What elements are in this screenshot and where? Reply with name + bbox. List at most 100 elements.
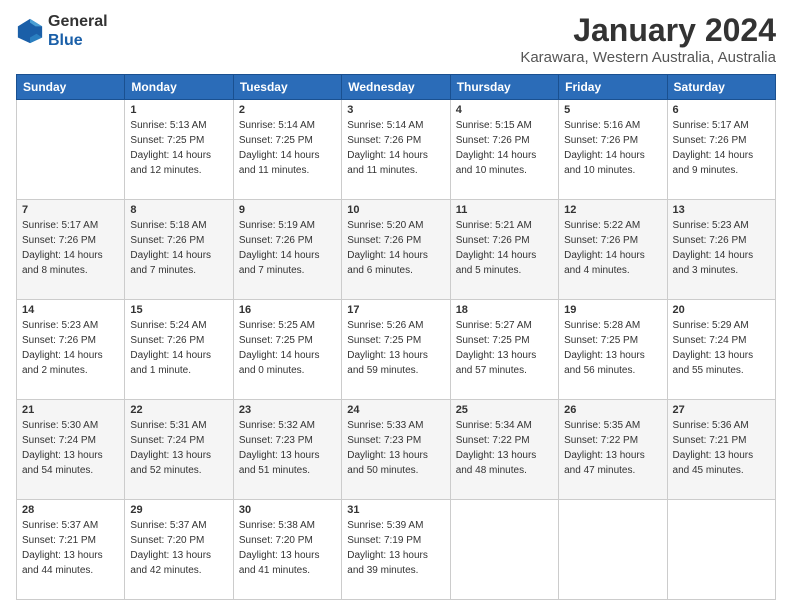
day-info-line: Sunrise: 5:39 AM	[347, 518, 444, 533]
day-number: 7	[22, 204, 119, 216]
day-number: 14	[22, 304, 119, 316]
day-info-line: Sunrise: 5:26 AM	[347, 318, 444, 333]
day-info-line: Daylight: 14 hours	[564, 148, 661, 163]
day-info-line: Sunset: 7:26 PM	[673, 233, 770, 248]
logo: General Blue	[16, 12, 108, 50]
day-number: 21	[22, 404, 119, 416]
day-info-line: Sunset: 7:26 PM	[130, 333, 227, 348]
calendar-cell: 4Sunrise: 5:15 AMSunset: 7:26 PMDaylight…	[450, 100, 558, 200]
day-info-line: and 42 minutes.	[130, 563, 227, 578]
day-info-line: Sunrise: 5:36 AM	[673, 418, 770, 433]
day-info-line: and 44 minutes.	[22, 563, 119, 578]
day-info-line: and 9 minutes.	[673, 163, 770, 178]
calendar-cell: 9Sunrise: 5:19 AMSunset: 7:26 PMDaylight…	[233, 200, 341, 300]
day-info-line: Daylight: 14 hours	[239, 348, 336, 363]
day-info-line: Daylight: 13 hours	[22, 548, 119, 563]
day-number: 5	[564, 104, 661, 116]
day-number: 15	[130, 304, 227, 316]
day-info-line: Sunset: 7:25 PM	[130, 133, 227, 148]
day-info-line: Daylight: 13 hours	[564, 348, 661, 363]
day-info-line: Sunrise: 5:20 AM	[347, 218, 444, 233]
day-number: 19	[564, 304, 661, 316]
day-info-line: Daylight: 13 hours	[347, 348, 444, 363]
day-number: 25	[456, 404, 553, 416]
day-number: 10	[347, 204, 444, 216]
day-number: 8	[130, 204, 227, 216]
day-number: 13	[673, 204, 770, 216]
day-info-line: Daylight: 13 hours	[456, 448, 553, 463]
day-info-line: Daylight: 14 hours	[130, 148, 227, 163]
day-info-line: and 12 minutes.	[130, 163, 227, 178]
day-info-line: Daylight: 13 hours	[347, 548, 444, 563]
day-info-line: Sunset: 7:26 PM	[239, 233, 336, 248]
calendar-cell: 5Sunrise: 5:16 AMSunset: 7:26 PMDaylight…	[559, 100, 667, 200]
day-number: 24	[347, 404, 444, 416]
day-info-line: Daylight: 14 hours	[239, 148, 336, 163]
day-info-line: Daylight: 14 hours	[456, 148, 553, 163]
day-info-line: Sunset: 7:26 PM	[564, 133, 661, 148]
calendar-cell: 14Sunrise: 5:23 AMSunset: 7:26 PMDayligh…	[17, 300, 125, 400]
day-info-line: and 10 minutes.	[456, 163, 553, 178]
calendar-cell: 10Sunrise: 5:20 AMSunset: 7:26 PMDayligh…	[342, 200, 450, 300]
day-info-line: Sunrise: 5:14 AM	[239, 118, 336, 133]
day-info-line: Sunset: 7:25 PM	[564, 333, 661, 348]
day-info-line: Sunset: 7:25 PM	[347, 333, 444, 348]
day-info-line: Daylight: 14 hours	[347, 248, 444, 263]
calendar-cell	[450, 500, 558, 600]
day-number: 3	[347, 104, 444, 116]
column-header-wednesday: Wednesday	[342, 75, 450, 100]
day-info-line: Daylight: 14 hours	[673, 248, 770, 263]
day-info-line: and 56 minutes.	[564, 363, 661, 378]
day-info-line: and 57 minutes.	[456, 363, 553, 378]
calendar-cell: 12Sunrise: 5:22 AMSunset: 7:26 PMDayligh…	[559, 200, 667, 300]
calendar-cell: 18Sunrise: 5:27 AMSunset: 7:25 PMDayligh…	[450, 300, 558, 400]
day-info-line: Daylight: 13 hours	[239, 548, 336, 563]
day-info-line: Sunset: 7:25 PM	[456, 333, 553, 348]
day-info-line: and 51 minutes.	[239, 463, 336, 478]
calendar-cell: 2Sunrise: 5:14 AMSunset: 7:25 PMDaylight…	[233, 100, 341, 200]
calendar-cell: 15Sunrise: 5:24 AMSunset: 7:26 PMDayligh…	[125, 300, 233, 400]
day-info-line: and 11 minutes.	[347, 163, 444, 178]
day-info-line: and 10 minutes.	[564, 163, 661, 178]
day-info-line: Sunset: 7:26 PM	[22, 233, 119, 248]
day-info-line: Sunset: 7:20 PM	[130, 533, 227, 548]
day-number: 12	[564, 204, 661, 216]
calendar-table: SundayMondayTuesdayWednesdayThursdayFrid…	[16, 74, 776, 600]
day-info-line: and 50 minutes.	[347, 463, 444, 478]
calendar-cell: 1Sunrise: 5:13 AMSunset: 7:25 PMDaylight…	[125, 100, 233, 200]
day-info-line: Sunrise: 5:23 AM	[673, 218, 770, 233]
day-info-line: Sunset: 7:21 PM	[673, 433, 770, 448]
day-info-line: Sunrise: 5:19 AM	[239, 218, 336, 233]
calendar-week-row: 28Sunrise: 5:37 AMSunset: 7:21 PMDayligh…	[17, 500, 776, 600]
day-info-line: Daylight: 14 hours	[22, 348, 119, 363]
day-number: 18	[456, 304, 553, 316]
calendar-week-row: 14Sunrise: 5:23 AMSunset: 7:26 PMDayligh…	[17, 300, 776, 400]
calendar-cell	[667, 500, 775, 600]
day-info-line: Daylight: 14 hours	[456, 248, 553, 263]
day-info-line: and 41 minutes.	[239, 563, 336, 578]
day-info-line: Sunrise: 5:17 AM	[22, 218, 119, 233]
day-info-line: and 7 minutes.	[239, 263, 336, 278]
calendar-week-row: 21Sunrise: 5:30 AMSunset: 7:24 PMDayligh…	[17, 400, 776, 500]
day-info-line: and 47 minutes.	[564, 463, 661, 478]
day-number: 6	[673, 104, 770, 116]
column-header-saturday: Saturday	[667, 75, 775, 100]
day-number: 31	[347, 504, 444, 516]
day-info-line: Daylight: 14 hours	[22, 248, 119, 263]
day-info-line: Sunrise: 5:37 AM	[130, 518, 227, 533]
column-header-sunday: Sunday	[17, 75, 125, 100]
day-number: 28	[22, 504, 119, 516]
calendar-cell: 8Sunrise: 5:18 AMSunset: 7:26 PMDaylight…	[125, 200, 233, 300]
day-info-line: Sunrise: 5:22 AM	[564, 218, 661, 233]
day-number: 26	[564, 404, 661, 416]
calendar-cell: 21Sunrise: 5:30 AMSunset: 7:24 PMDayligh…	[17, 400, 125, 500]
calendar-cell	[559, 500, 667, 600]
day-info-line: Sunrise: 5:17 AM	[673, 118, 770, 133]
calendar-week-row: 1Sunrise: 5:13 AMSunset: 7:25 PMDaylight…	[17, 100, 776, 200]
subtitle: Karawara, Western Australia, Australia	[520, 49, 776, 66]
calendar-cell: 30Sunrise: 5:38 AMSunset: 7:20 PMDayligh…	[233, 500, 341, 600]
day-info-line: Sunset: 7:25 PM	[239, 133, 336, 148]
day-info-line: and 7 minutes.	[130, 263, 227, 278]
calendar-cell: 29Sunrise: 5:37 AMSunset: 7:20 PMDayligh…	[125, 500, 233, 600]
day-info-line: Sunset: 7:26 PM	[673, 133, 770, 148]
